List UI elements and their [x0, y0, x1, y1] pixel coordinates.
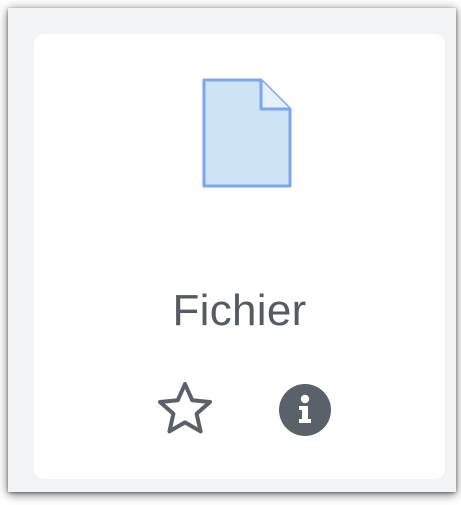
- activity-title: Fichier: [172, 286, 307, 335]
- info-icon[interactable]: [278, 383, 332, 437]
- star-icon[interactable]: [155, 380, 215, 438]
- activity-actions: [34, 380, 445, 438]
- activity-card[interactable]: Fichier: [34, 34, 445, 479]
- file-icon: [202, 78, 292, 188]
- window-frame: Fichier: [8, 8, 456, 492]
